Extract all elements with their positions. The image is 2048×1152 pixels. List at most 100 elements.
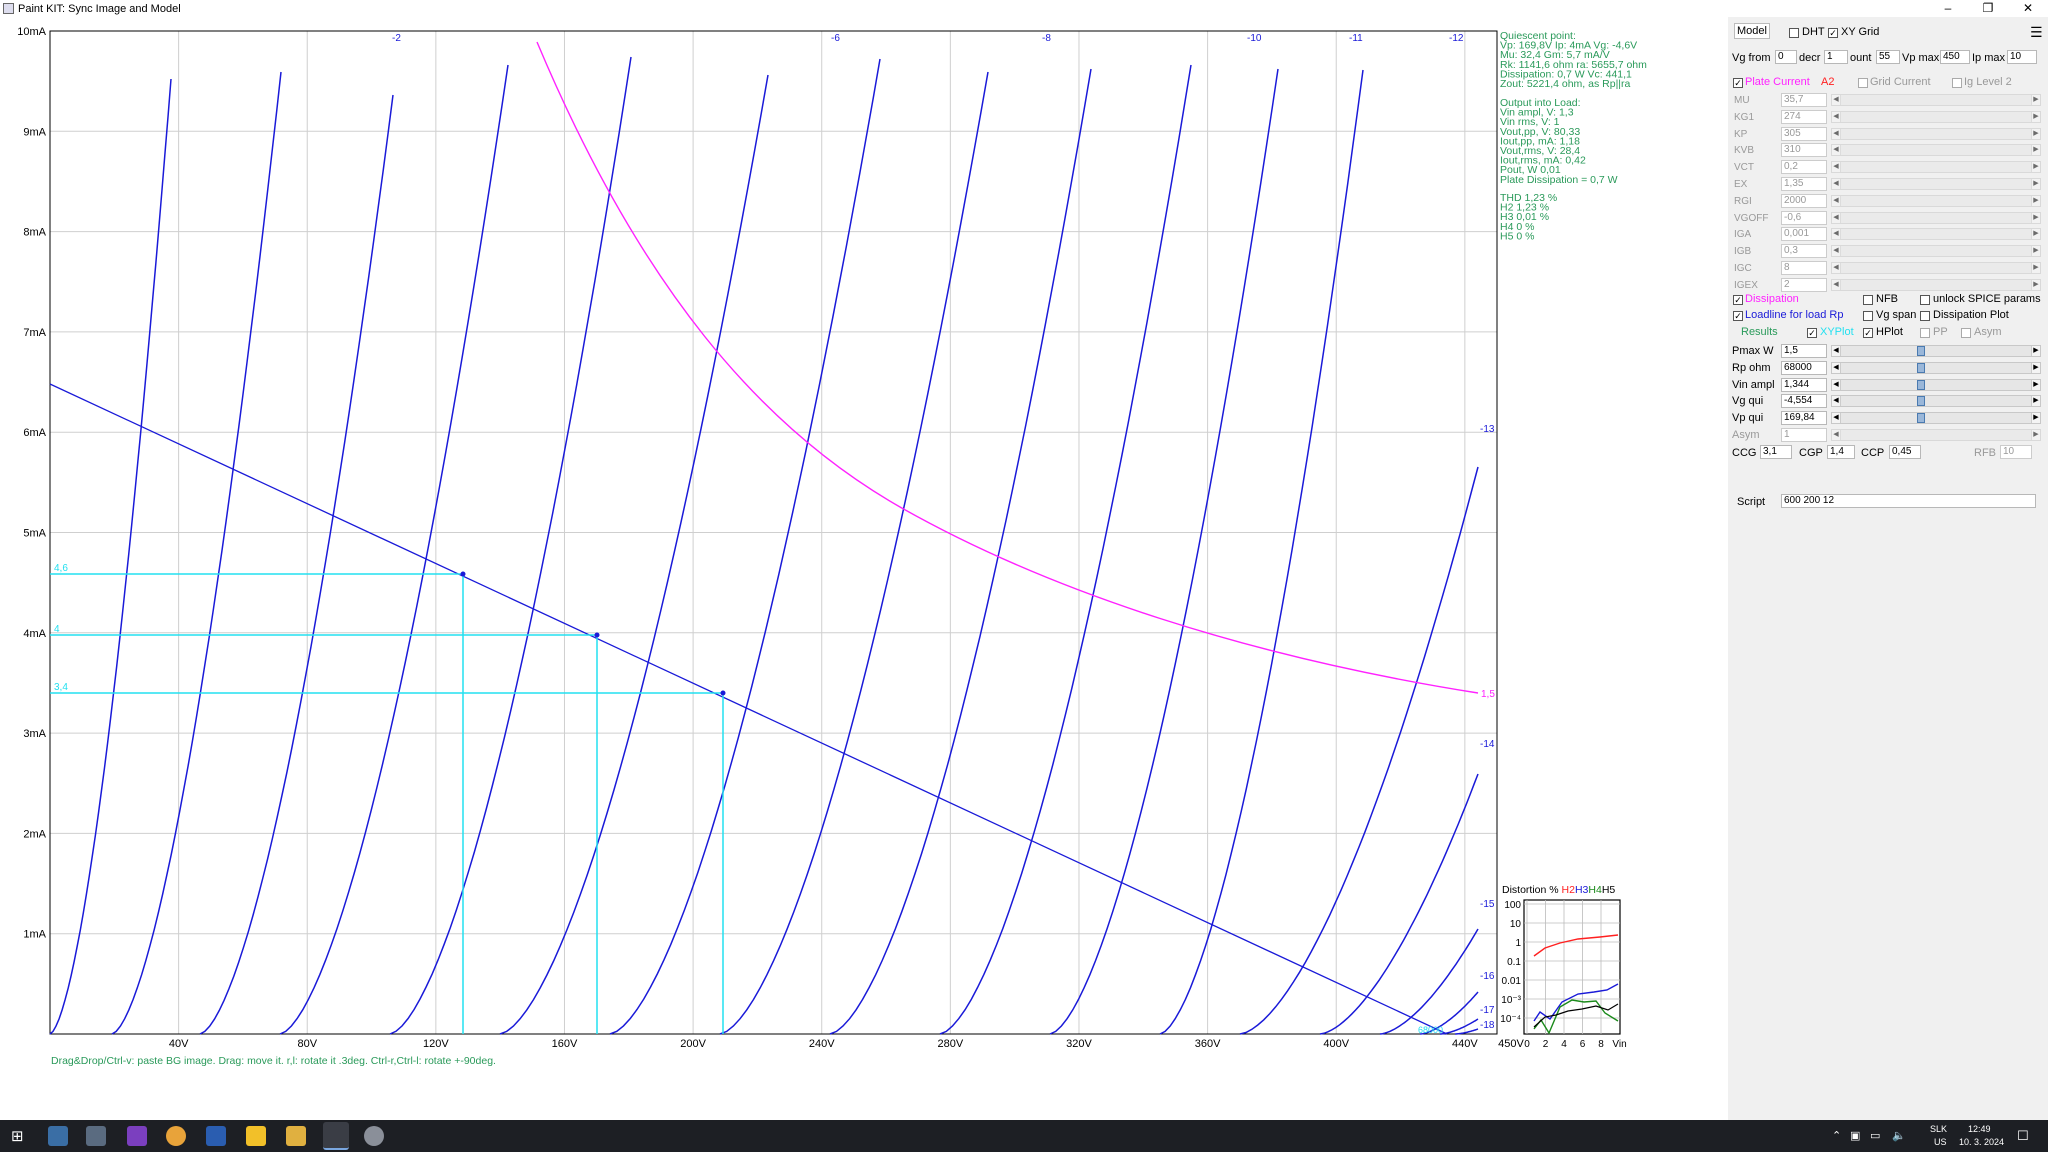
ip-max-input[interactable]: 10: [2007, 50, 2037, 64]
slider-right-arrow-icon[interactable]: ▶: [2031, 111, 2040, 122]
results-button[interactable]: Results: [1741, 326, 1778, 338]
slider-value-input[interactable]: -4,554: [1781, 394, 1827, 409]
save-app-icon[interactable]: [206, 1126, 226, 1146]
param-slider[interactable]: ◀ ▶: [1831, 278, 2041, 291]
slider-left-arrow-icon[interactable]: ◀: [1832, 346, 1841, 356]
param-input[interactable]: 0,001: [1781, 227, 1827, 242]
param-slider[interactable]: ◀ ▶: [1831, 211, 2041, 224]
dht-checkbox[interactable]: [1789, 28, 1799, 38]
plate-curves-plot[interactable]: 4,6 4 3,4 10mA 9mA 8mA 7mA 6mA 5mA 4mA 3mA 2mA 1m…: [0, 17, 1720, 1120]
param-input[interactable]: -0,6: [1781, 210, 1827, 225]
slider-value-input[interactable]: 1,5: [1781, 344, 1827, 358]
value-slider[interactable]: ◀ ▶: [1831, 361, 2041, 374]
slider-left-arrow-icon[interactable]: ◀: [1832, 413, 1841, 424]
clock-time[interactable]: 12:49: [1968, 1124, 1991, 1134]
menu-icon[interactable]: ☰: [2030, 25, 2043, 39]
restore-button[interactable]: ❐: [1968, 0, 2008, 16]
ig-level2-checkbox[interactable]: [1952, 78, 1962, 88]
load-line[interactable]: [49, 383, 1448, 1035]
operating-point-max[interactable]: [460, 571, 466, 577]
slider-left-arrow-icon[interactable]: ◀: [1832, 263, 1841, 273]
slider-left-arrow-icon[interactable]: ◀: [1832, 95, 1841, 105]
slider-left-arrow-icon[interactable]: ◀: [1832, 379, 1841, 390]
slider-left-arrow-icon[interactable]: ◀: [1832, 145, 1841, 156]
param-slider[interactable]: ◀ ▶: [1831, 194, 2041, 207]
plate-current-checkbox[interactable]: ✓: [1733, 78, 1743, 88]
xyplot-checkbox[interactable]: ✓: [1807, 328, 1817, 338]
param-input[interactable]: 274: [1781, 109, 1827, 124]
count-input[interactable]: 55: [1876, 50, 1900, 64]
slider-right-arrow-icon[interactable]: ▶: [2031, 179, 2040, 189]
model-tab[interactable]: Model: [1734, 23, 1770, 39]
minimize-button[interactable]: –: [1928, 0, 1968, 16]
slider-value-input[interactable]: 1,344: [1781, 377, 1827, 392]
slider-right-arrow-icon[interactable]: ▶: [2031, 379, 2040, 390]
param-input[interactable]: 2000: [1781, 193, 1827, 208]
nfb-checkbox[interactable]: [1863, 295, 1873, 305]
operating-point-quiescent[interactable]: [594, 632, 600, 638]
param-slider[interactable]: ◀ ▶: [1831, 144, 2041, 157]
slider-left-arrow-icon[interactable]: ◀: [1832, 128, 1841, 139]
slider-right-arrow-icon[interactable]: ▶: [2031, 95, 2040, 105]
tray-chevron-icon[interactable]: ⌃: [1832, 1129, 1841, 1142]
value-slider[interactable]: ◀ ▶: [1831, 395, 2041, 408]
slider-right-arrow-icon[interactable]: ▶: [2031, 430, 2040, 440]
slider-left-arrow-icon[interactable]: ◀: [1832, 362, 1841, 373]
slider-right-arrow-icon[interactable]: ▶: [2031, 362, 2040, 373]
chrome-icon[interactable]: [166, 1126, 186, 1146]
slider-thumb[interactable]: [1917, 379, 1925, 390]
slider-thumb[interactable]: [1917, 346, 1925, 356]
slider-left-arrow-icon[interactable]: ◀: [1832, 195, 1841, 206]
clock-date[interactable]: 10. 3. 2024: [1959, 1137, 2004, 1147]
slider-value-input[interactable]: 68000: [1781, 360, 1827, 375]
tray-app-icon[interactable]: ▣: [1850, 1129, 1860, 1142]
slider-left-arrow-icon[interactable]: ◀: [1832, 229, 1841, 240]
param-input[interactable]: 35,7: [1781, 93, 1827, 107]
slider-value-input[interactable]: 1: [1781, 428, 1827, 442]
param-slider[interactable]: ◀ ▶: [1831, 228, 2041, 241]
dissipation-plot-checkbox[interactable]: [1920, 311, 1930, 321]
slider-left-arrow-icon[interactable]: ◀: [1832, 246, 1841, 257]
param-slider[interactable]: ◀ ▶: [1831, 245, 2041, 258]
slider-thumb[interactable]: [1917, 362, 1925, 373]
param-input[interactable]: 8: [1781, 261, 1827, 275]
slider-right-arrow-icon[interactable]: ▶: [2031, 279, 2040, 290]
param-input[interactable]: 305: [1781, 126, 1827, 141]
hplot-checkbox[interactable]: ✓: [1863, 328, 1873, 338]
tool-app-icon[interactable]: [364, 1126, 384, 1146]
slider-right-arrow-icon[interactable]: ▶: [2031, 229, 2040, 240]
paintkit-taskbar-icon[interactable]: [323, 1122, 349, 1150]
calculator-icon[interactable]: [48, 1126, 68, 1146]
param-input[interactable]: 310: [1781, 143, 1827, 158]
vg-from-input[interactable]: 0: [1775, 50, 1797, 64]
slider-right-arrow-icon[interactable]: ▶: [2031, 212, 2040, 223]
param-input[interactable]: 0,2: [1781, 160, 1827, 175]
onenote-icon[interactable]: [127, 1126, 147, 1146]
slider-right-arrow-icon[interactable]: ▶: [2031, 128, 2040, 139]
slider-thumb[interactable]: [1917, 396, 1925, 407]
sticky-notes-icon[interactable]: [246, 1126, 266, 1146]
grid-current-checkbox[interactable]: [1858, 78, 1868, 88]
param-slider[interactable]: ◀ ▶: [1831, 178, 2041, 190]
value-slider[interactable]: ◀ ▶: [1831, 412, 2041, 425]
layout-indicator[interactable]: US: [1934, 1137, 1947, 1147]
param-input[interactable]: 2: [1781, 277, 1827, 292]
unlock-spice-checkbox[interactable]: [1920, 295, 1930, 305]
slider-right-arrow-icon[interactable]: ▶: [2031, 263, 2040, 273]
slider-right-arrow-icon[interactable]: ▶: [2031, 246, 2040, 257]
slider-right-arrow-icon[interactable]: ▶: [2031, 346, 2040, 356]
slider-left-arrow-icon[interactable]: ◀: [1832, 430, 1841, 440]
operating-point-min[interactable]: [720, 690, 726, 696]
param-slider[interactable]: ◀ ▶: [1831, 262, 2041, 274]
slider-left-arrow-icon[interactable]: ◀: [1832, 212, 1841, 223]
xy-grid-checkbox[interactable]: ✓: [1828, 28, 1838, 38]
slider-left-arrow-icon[interactable]: ◀: [1832, 179, 1841, 189]
start-icon[interactable]: ⊞: [11, 1127, 24, 1145]
slider-thumb[interactable]: [1917, 413, 1925, 424]
close-button[interactable]: ✕: [2008, 0, 2048, 16]
dissipation-checkbox[interactable]: ✓: [1733, 295, 1743, 305]
lang-indicator[interactable]: SLK: [1930, 1124, 1947, 1134]
param-slider[interactable]: ◀ ▶: [1831, 94, 2041, 106]
param-input[interactable]: 0,3: [1781, 244, 1827, 259]
param-slider[interactable]: ◀ ▶: [1831, 127, 2041, 140]
